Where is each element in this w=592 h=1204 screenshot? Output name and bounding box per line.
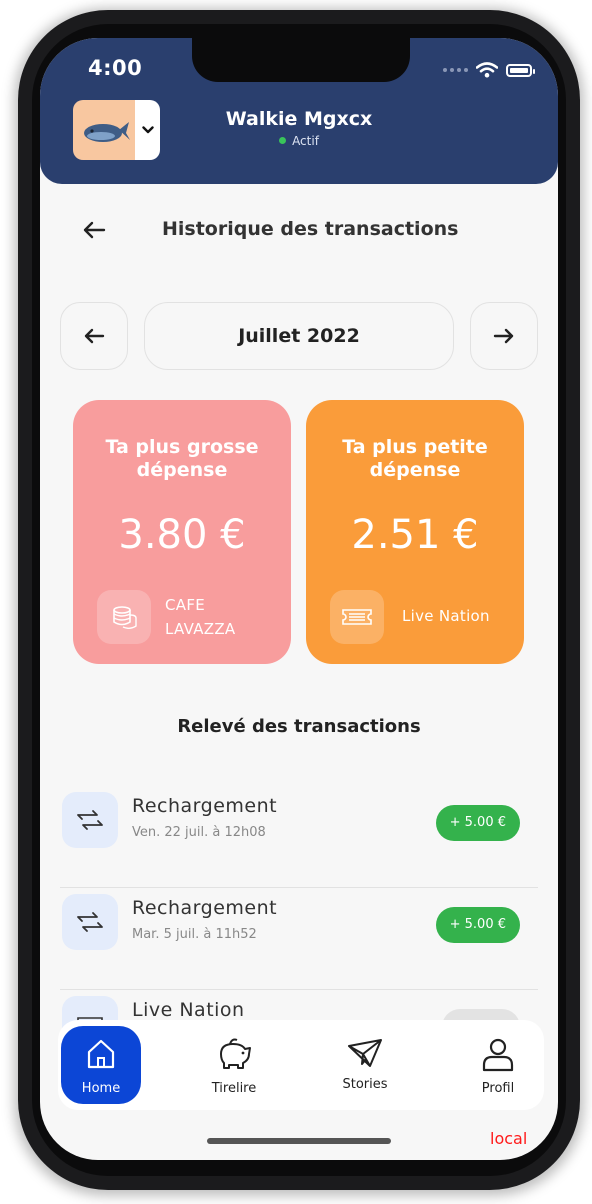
biggest-expense-card[interactable]: Ta plus grosse dépense 3.80 € CAFE LAVAZ…: [73, 400, 291, 664]
next-month-button[interactable]: [470, 302, 538, 370]
month-label: Juillet 2022: [144, 302, 454, 370]
status-time: 4:00: [88, 56, 143, 80]
environment-label: local: [490, 1129, 528, 1148]
nav-item-label: Tirelire: [211, 1081, 257, 1096]
divider: [60, 887, 538, 888]
user-name: Walkie Mgxcx: [225, 108, 373, 130]
paper-plane-icon: [348, 1039, 382, 1067]
transaction-title: Rechargement: [132, 795, 278, 817]
arrow-right-icon: [493, 328, 514, 344]
battery-icon: [506, 63, 535, 77]
card-amount: 3.80 €: [118, 512, 246, 558]
home-indicator[interactable]: [207, 1138, 391, 1144]
ticket-icon: [330, 590, 384, 644]
arrow-left-icon: [84, 328, 105, 344]
user-status-text: Actif: [292, 134, 319, 148]
card-merchant: Live Nation: [402, 607, 490, 625]
card-label: Ta plus grosse dépense: [105, 436, 259, 481]
transaction-amount: + 5.00 €: [435, 907, 520, 943]
piggy-bank-icon: [220, 1038, 251, 1069]
coins-icon: [97, 590, 151, 644]
card-merchant: CAFE LAVAZZA: [165, 596, 236, 638]
previous-month-button[interactable]: [60, 302, 128, 370]
nav-item-tirelire[interactable]: Tirelire: [194, 1026, 274, 1104]
nav-item-stories[interactable]: Stories: [325, 1026, 405, 1104]
transfer-arrows-icon: [62, 894, 118, 950]
transaction-row[interactable]: Rechargement Ven. 22 juil. à 12h08 + 5.0…: [60, 788, 538, 888]
transaction-date: Ven. 22 juil. à 12h08: [132, 825, 266, 840]
user-status: Actif: [40, 134, 558, 148]
divider: [60, 989, 538, 990]
bottom-navigation: Home Tirelire Stories Profil: [58, 1020, 544, 1110]
nav-item-label: Profil: [481, 1081, 515, 1096]
app-screen: 4:00 Walkie Mgxcx Actif Historique des t…: [40, 38, 558, 1160]
smallest-expense-card[interactable]: Ta plus petite dépense 2.51 € Live Natio…: [306, 400, 524, 664]
transaction-row[interactable]: Rechargement Mar. 5 juil. à 11h52 + 5.00…: [60, 890, 538, 990]
page-title: Historique des transactions: [162, 218, 459, 240]
nav-item-profil[interactable]: Profil: [458, 1026, 538, 1104]
transaction-title: Live Nation: [132, 999, 245, 1021]
transaction-date: Mar. 5 juil. à 11h52: [132, 927, 257, 942]
user-icon: [482, 1038, 514, 1072]
signal-icon: [443, 68, 468, 72]
transactions-section-title: Relevé des transactions: [177, 716, 421, 737]
device-notch: [192, 38, 410, 82]
nav-item-label: Stories: [342, 1077, 388, 1092]
card-label: Ta plus petite dépense: [342, 436, 488, 481]
back-arrow-icon[interactable]: [82, 220, 106, 240]
nav-item-label: Home: [81, 1081, 121, 1096]
transaction-title: Rechargement: [132, 897, 278, 919]
home-icon: [87, 1039, 115, 1069]
wifi-icon: [476, 62, 498, 78]
card-amount: 2.51 €: [351, 512, 479, 558]
status-dot: [279, 137, 287, 144]
transaction-amount: + 5.00 €: [435, 805, 520, 841]
transfer-arrows-icon: [62, 792, 118, 848]
nav-item-home[interactable]: Home: [61, 1026, 141, 1104]
status-icons: [443, 62, 535, 78]
